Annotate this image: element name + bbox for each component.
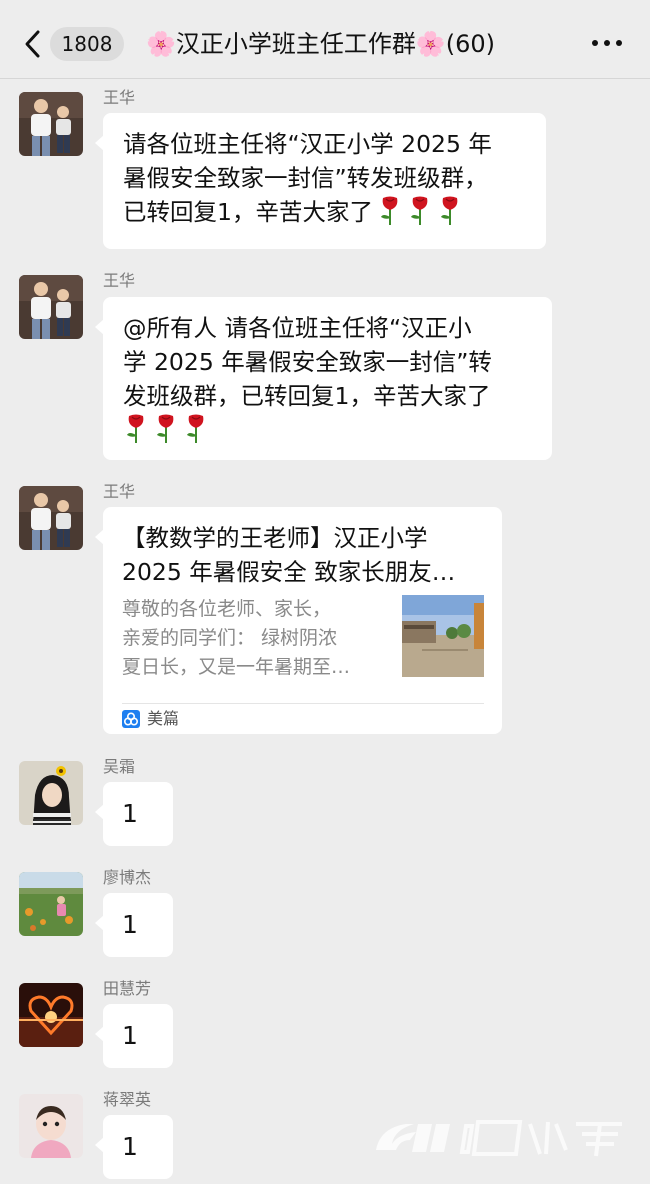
card-source-label: 美篇	[147, 709, 180, 728]
message-line: @所有人 请各位班主任将“汉正小	[123, 314, 472, 342]
message-bubble[interactable]: 请各位班主任将“汉正小学 2025 年 暑假安全致家一封信”转发班级群， 已转回…	[95, 113, 546, 249]
message-text: 请各位班主任将“汉正小学 2025 年 暑假安全致家一封信”转发班级群， 已转回…	[123, 127, 492, 229]
message-bubble[interactable]: 1	[95, 1004, 173, 1068]
message-bubble[interactable]: 1	[95, 893, 173, 957]
sender-name: 蒋翠英	[103, 1090, 152, 1109]
card-title-line: 【教数学的王老师】汉正小学	[122, 524, 428, 552]
watermark-logo	[376, 1120, 622, 1157]
card-desc-line: 尊敬的各位老师、家长，	[122, 598, 332, 620]
avatar[interactable]	[19, 983, 83, 1047]
sender-name: 吴霜	[103, 757, 136, 776]
message-bubble[interactable]: 1	[95, 782, 173, 846]
message-line: 请各位班主任将“汉正小学 2025 年	[123, 130, 492, 158]
message-line: 发班级群，已转回复1，辛苦大家了	[123, 382, 491, 410]
avatar[interactable]	[19, 486, 83, 550]
rose-icon	[410, 196, 428, 225]
card-thumbnail	[402, 595, 484, 677]
unread-count-badge[interactable]: 1808	[50, 27, 124, 61]
avatar[interactable]	[19, 275, 83, 339]
message-text: @所有人 请各位班主任将“汉正小 学 2025 年暑假安全致家一封信”转 发班级…	[123, 311, 492, 447]
card-title: 【教数学的王老师】汉正小学 2025 年暑假安全 致家长朋友…	[122, 521, 502, 589]
sender-name: 王华	[103, 271, 136, 290]
chat-message: 吴霜 1	[0, 757, 650, 847]
chat-message: 王华 @所有人 请各位班主任将“汉正小 学 2025 年暑假安全致家一封信”转 …	[0, 271, 650, 463]
rose-icon	[187, 414, 204, 443]
message-line: 学 2025 年暑假安全致家一封信”转	[123, 348, 492, 376]
chat-header: 1808 🌸汉正小学班主任工作群🌸(60)	[0, 0, 650, 79]
sender-name: 田慧芳	[103, 979, 152, 998]
avatar[interactable]	[19, 872, 83, 936]
card-desc-line: 亲爱的同学们： 绿树阴浓	[122, 627, 338, 649]
avatar[interactable]	[19, 761, 83, 825]
chat-title: 🌸汉正小学班主任工作群🌸(60)	[146, 30, 496, 58]
rose-icon	[127, 414, 144, 443]
avatar[interactable]	[19, 92, 83, 156]
rose-icon	[380, 196, 398, 225]
chat-message: 田慧芳 1	[0, 979, 650, 1069]
back-icon[interactable]	[22, 28, 44, 60]
message-text: 1	[122, 799, 138, 828]
rose-icon	[440, 196, 458, 225]
message-bubble[interactable]: 1	[95, 1115, 173, 1179]
message-text: 1	[122, 1021, 138, 1050]
card-desc-line: 夏日长，又是一年暑期至…	[122, 656, 351, 678]
card-description: 尊敬的各位老师、家长， 亲爱的同学们： 绿树阴浓 夏日长，又是一年暑期至…	[122, 595, 392, 682]
avatar[interactable]	[19, 1094, 83, 1158]
message-bubble[interactable]: @所有人 请各位班主任将“汉正小 学 2025 年暑假安全致家一封信”转 发班级…	[95, 297, 552, 460]
message-line: 已转回复1，辛苦大家了	[123, 195, 492, 229]
message-line	[123, 413, 492, 447]
chat-message: 王华 请各位班主任将“汉正小学 2025 年 暑假安全致家一封信”转发班级群， …	[0, 88, 650, 253]
message-text: 1	[122, 910, 138, 939]
sender-name: 廖博杰	[103, 868, 152, 887]
rose-icon	[157, 414, 174, 443]
card-title-line: 2025 年暑假安全 致家长朋友…	[122, 558, 456, 586]
card-divider	[122, 703, 484, 704]
link-card[interactable]: 【教数学的王老师】汉正小学 2025 年暑假安全 致家长朋友… 尊敬的各位老师、…	[95, 507, 502, 734]
chat-message: 王华 【教数学的王老师】汉正小学 2025 年暑假安全 致家长朋友… 尊敬的各位…	[0, 482, 650, 738]
chat-message: 廖博杰 1	[0, 868, 650, 958]
meipian-logo-icon	[122, 710, 140, 728]
message-line: 暑假安全致家一封信”转发班级群，	[123, 164, 488, 192]
more-options-icon[interactable]	[590, 36, 624, 50]
sender-name: 王华	[103, 482, 136, 501]
message-text: 1	[122, 1132, 138, 1161]
sender-name: 王华	[103, 88, 136, 107]
